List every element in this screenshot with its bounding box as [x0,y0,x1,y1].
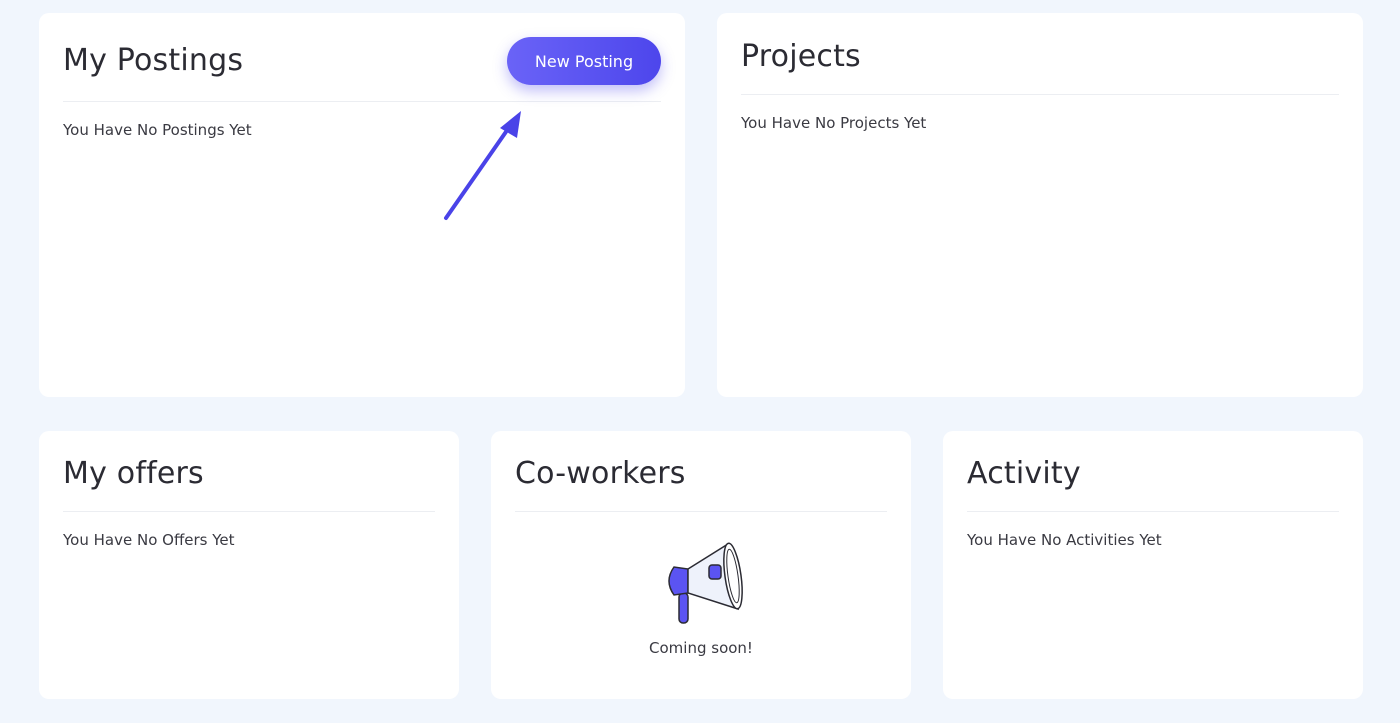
offers-card: My offers You Have No Offers Yet [39,431,459,699]
projects-divider [741,94,1339,95]
megaphone-icon [668,542,743,624]
postings-empty-text: You Have No Postings Yet [63,121,252,139]
projects-empty-text: You Have No Projects Yet [741,114,927,132]
activity-divider [967,511,1339,512]
activity-empty-text: You Have No Activities Yet [967,531,1162,549]
coming-soon-text: Coming soon! [649,639,753,657]
offers-title: My offers [63,456,204,491]
coworkers-title: Co-workers [515,456,686,491]
projects-card: Projects You Have No Projects Yet [717,13,1363,397]
offers-divider [63,511,435,512]
activity-card: Activity You Have No Activities Yet [943,431,1363,699]
activity-title: Activity [967,456,1081,491]
offers-empty-text: You Have No Offers Yet [63,531,235,549]
coworkers-card: Co-workers Coming soon! [491,431,911,699]
projects-title: Projects [741,39,861,74]
postings-title: My Postings [63,43,244,78]
postings-card: My Postings New Posting You Have No Post… [39,13,685,397]
new-posting-button[interactable]: New Posting [507,37,661,85]
coworkers-divider [515,511,887,512]
postings-divider [63,101,661,102]
